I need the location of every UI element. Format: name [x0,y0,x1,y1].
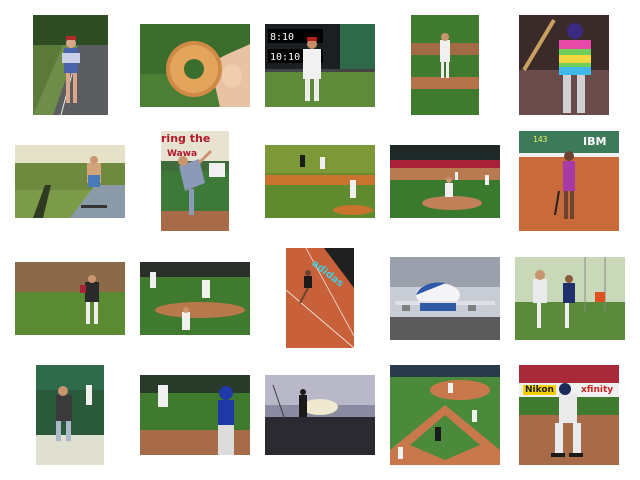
photo-tennis-serve[interactable]: adidas [286,248,354,348]
photo-pitcher-throwing[interactable]: Wawa ring the [161,131,229,231]
scoreboard-line-1: 8:10 [270,32,295,43]
photo-jumbo-jet[interactable] [390,257,500,340]
photo-pitcher-mound-2[interactable] [15,262,125,335]
photo-infield-players[interactable] [140,262,250,335]
photo-batter-stance[interactable]: Nikon xfinity [519,365,619,465]
photo-pitcher-scoreboard[interactable]: 8:10 10:10 [265,24,375,107]
photo-two-players[interactable] [515,257,625,340]
photo-walker-road[interactable] [33,15,108,115]
photo-batter-colorful[interactable] [519,15,609,115]
sign-nikon: Nikon [523,385,556,395]
photo-pitcher-mound-1[interactable] [411,15,479,115]
photo-field-aerial[interactable] [390,365,500,465]
photo-field-wide[interactable] [265,145,375,218]
photo-infield-play[interactable] [390,145,500,218]
photo-tennis-clay[interactable]: IBM 143 [519,131,619,231]
photo-batter-plate[interactable] [36,365,104,465]
sign-clock: 143 [533,135,548,144]
photo-skateboarder-path[interactable] [15,145,125,218]
banner-text-ring: ring the [161,132,211,145]
photo-batter-catcher[interactable] [140,375,250,455]
banner-text-wawa: Wawa [167,149,198,159]
sign-ibm: IBM [583,135,607,148]
photo-donut-hand[interactable] [140,24,250,107]
photo-skateboarder-dusk[interactable] [265,375,375,455]
sign-xfinity: xfinity [581,385,614,395]
scoreboard-line-2: 10:10 [270,52,301,63]
